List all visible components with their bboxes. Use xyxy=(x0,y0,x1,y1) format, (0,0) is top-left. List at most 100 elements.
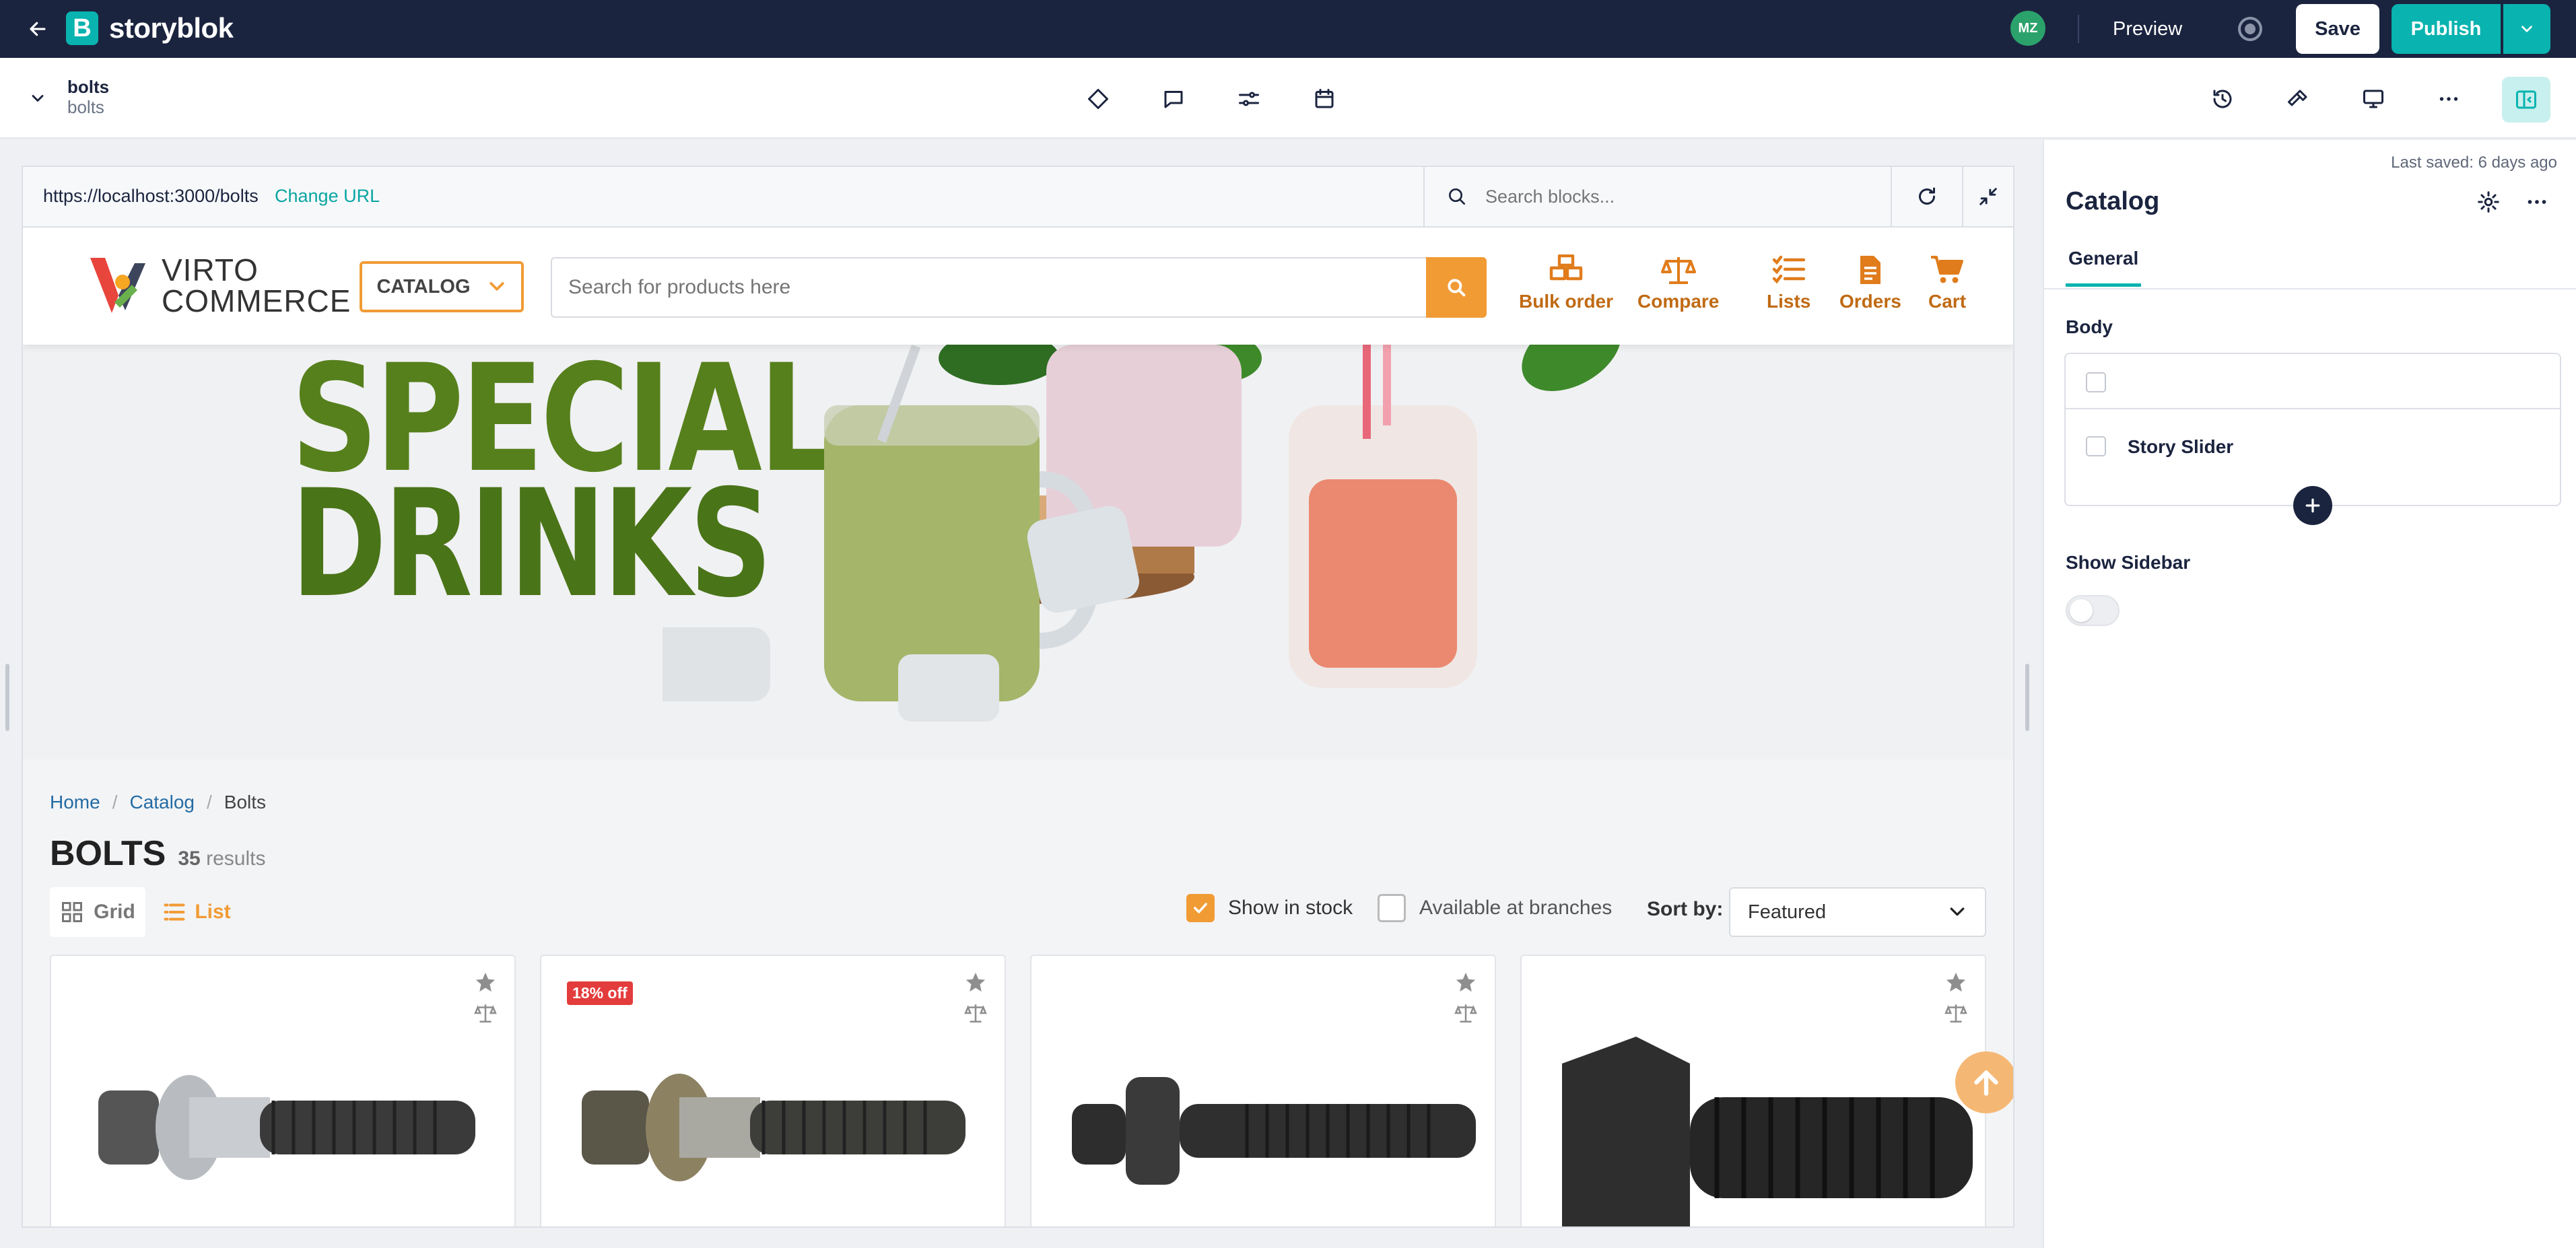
show-in-stock-checkbox[interactable] xyxy=(1186,894,1215,922)
category-title: BOLTS xyxy=(50,834,166,873)
change-url-link[interactable]: Change URL xyxy=(275,186,380,207)
breadcrumb: Home / Catalog / Bolts xyxy=(50,792,266,813)
radio-dot-icon xyxy=(2245,24,2256,34)
back-button[interactable] xyxy=(24,15,51,42)
story-slug: bolts xyxy=(67,97,104,117)
sort-select[interactable]: Featured xyxy=(1729,887,1986,937)
cart-link[interactable]: Cart xyxy=(1928,254,1966,312)
product-card[interactable]: 18% off xyxy=(540,955,1006,1226)
checklist-icon xyxy=(1772,255,1805,284)
scroll-to-top-button[interactable] xyxy=(1955,1051,2013,1113)
available-at-branches-label: Available at branches xyxy=(1419,897,1613,919)
block-settings-button[interactable] xyxy=(2474,187,2503,217)
grid-icon xyxy=(62,902,83,922)
chevron-down-icon xyxy=(489,282,504,291)
show-in-stock-filter[interactable]: Show in stock xyxy=(1186,894,1353,922)
add-block-button[interactable] xyxy=(2293,486,2332,525)
grid-view-button[interactable]: Grid xyxy=(50,887,145,937)
product-card[interactable] xyxy=(1520,955,1986,1226)
star-icon[interactable] xyxy=(1454,971,1477,994)
device-preview-button[interactable] xyxy=(2357,82,2390,116)
compare-scale-icon[interactable] xyxy=(1944,1002,1967,1025)
breadcrumb-current: Bolts xyxy=(224,792,267,812)
list-view-button[interactable]: List xyxy=(156,887,237,937)
block-search-input[interactable] xyxy=(1485,186,1862,207)
sidebar-toggle-button[interactable] xyxy=(2502,77,2550,123)
product-card[interactable] xyxy=(50,955,516,1226)
available-at-branches-checkbox[interactable] xyxy=(1378,894,1406,922)
gear-icon xyxy=(2478,191,2499,213)
product-search-button[interactable] xyxy=(1426,257,1487,318)
select-all-checkbox[interactable] xyxy=(2086,372,2106,392)
panel-more-button[interactable] xyxy=(2522,187,2552,217)
body-block-item[interactable]: Story Slider xyxy=(2066,409,2560,483)
virto-logo-mark-icon xyxy=(90,258,145,313)
available-at-branches-filter[interactable]: Available at branches xyxy=(1378,894,1612,922)
block-button[interactable] xyxy=(1081,82,1115,116)
breadcrumb-home[interactable]: Home xyxy=(50,792,100,813)
product-search[interactable] xyxy=(551,257,1434,318)
history-button[interactable] xyxy=(2206,82,2239,116)
product-image xyxy=(582,1074,965,1181)
preview-button[interactable]: Preview xyxy=(2095,12,2200,46)
block-search[interactable] xyxy=(1423,167,1891,226)
user-avatar[interactable]: MZ xyxy=(2010,11,2045,46)
catalog-menu-button[interactable]: CATALOG xyxy=(360,261,524,312)
settings-sliders-button[interactable] xyxy=(1232,82,1266,116)
list-icon xyxy=(164,903,185,921)
bulk-order-link[interactable]: Bulk order xyxy=(1519,254,1613,312)
virto-logo-text: VIRTO COMMERCE xyxy=(162,254,351,316)
star-icon[interactable] xyxy=(964,971,987,994)
block-checkbox[interactable] xyxy=(2086,436,2106,456)
visual-editor-preview: https://localhost:3000/bolts Change URL xyxy=(22,166,2014,1228)
sliders-icon xyxy=(1239,92,1259,106)
cart-label: Cart xyxy=(1928,291,1967,312)
tab-general[interactable]: General xyxy=(2066,248,2142,287)
compare-scale-icon[interactable] xyxy=(964,1002,987,1025)
toggle-knob xyxy=(2070,599,2093,622)
left-resize-handle[interactable] xyxy=(5,664,9,731)
compare-scale-icon[interactable] xyxy=(1454,1002,1477,1025)
lists-label: Lists xyxy=(1767,291,1811,312)
reload-preview-button[interactable] xyxy=(1891,167,1962,226)
product-card[interactable] xyxy=(1030,955,1496,1226)
dev-tools-button[interactable] xyxy=(2281,82,2315,116)
block-editor-panel: Last saved: 6 days ago Catalog General B… xyxy=(2043,140,2576,1248)
storefront-page: VIRTO COMMERCE CATALOG Bulk order Compar… xyxy=(23,228,2013,1226)
orders-link[interactable]: Orders xyxy=(1839,254,1901,312)
product-search-input[interactable] xyxy=(568,276,1376,299)
catalog-label: CATALOG xyxy=(376,275,471,298)
more-options-button[interactable] xyxy=(2432,82,2466,116)
chevron-down-icon xyxy=(32,95,44,102)
star-icon[interactable] xyxy=(474,971,497,994)
arrow-up-icon xyxy=(1974,1070,1998,1096)
promo-banner[interactable]: SPECIAL DRINKS xyxy=(23,345,2013,759)
logo-text-line-2: COMMERCE xyxy=(162,283,351,318)
comments-button[interactable] xyxy=(1157,82,1190,116)
story-menu-toggle[interactable] xyxy=(23,83,53,113)
virto-commerce-logo[interactable]: VIRTO COMMERCE xyxy=(88,254,351,316)
save-button[interactable]: Save xyxy=(2296,4,2379,54)
diamond-icon xyxy=(1088,89,1108,109)
show-sidebar-label: Show Sidebar xyxy=(2066,552,2191,573)
exit-fullscreen-button[interactable] xyxy=(1962,167,2013,226)
storyblok-logo[interactable]: B storyblok xyxy=(66,11,234,45)
preview-mode-toggle[interactable] xyxy=(2238,17,2262,41)
last-saved-status: Last saved: 6 days ago xyxy=(2391,153,2557,172)
results-number: 35 xyxy=(178,847,201,870)
discount-badge: 18% off xyxy=(567,981,633,1005)
boxes-icon xyxy=(1549,254,1583,281)
body-field-label: Body xyxy=(2066,316,2113,337)
lists-link[interactable]: Lists xyxy=(1767,254,1810,312)
breadcrumb-catalog[interactable]: Catalog xyxy=(129,792,195,813)
star-icon[interactable] xyxy=(1944,971,1967,994)
grid-view-label: Grid xyxy=(94,901,135,923)
compare-link[interactable]: Compare xyxy=(1637,254,1719,312)
right-resize-handle[interactable] xyxy=(2025,664,2029,731)
product-image xyxy=(1562,1037,1973,1226)
publish-options-button[interactable] xyxy=(2503,4,2550,54)
compare-scale-icon[interactable] xyxy=(474,1002,497,1025)
show-sidebar-toggle[interactable] xyxy=(2066,595,2120,626)
schedule-button[interactable] xyxy=(1308,82,1341,116)
publish-button[interactable]: Publish xyxy=(2392,4,2501,54)
